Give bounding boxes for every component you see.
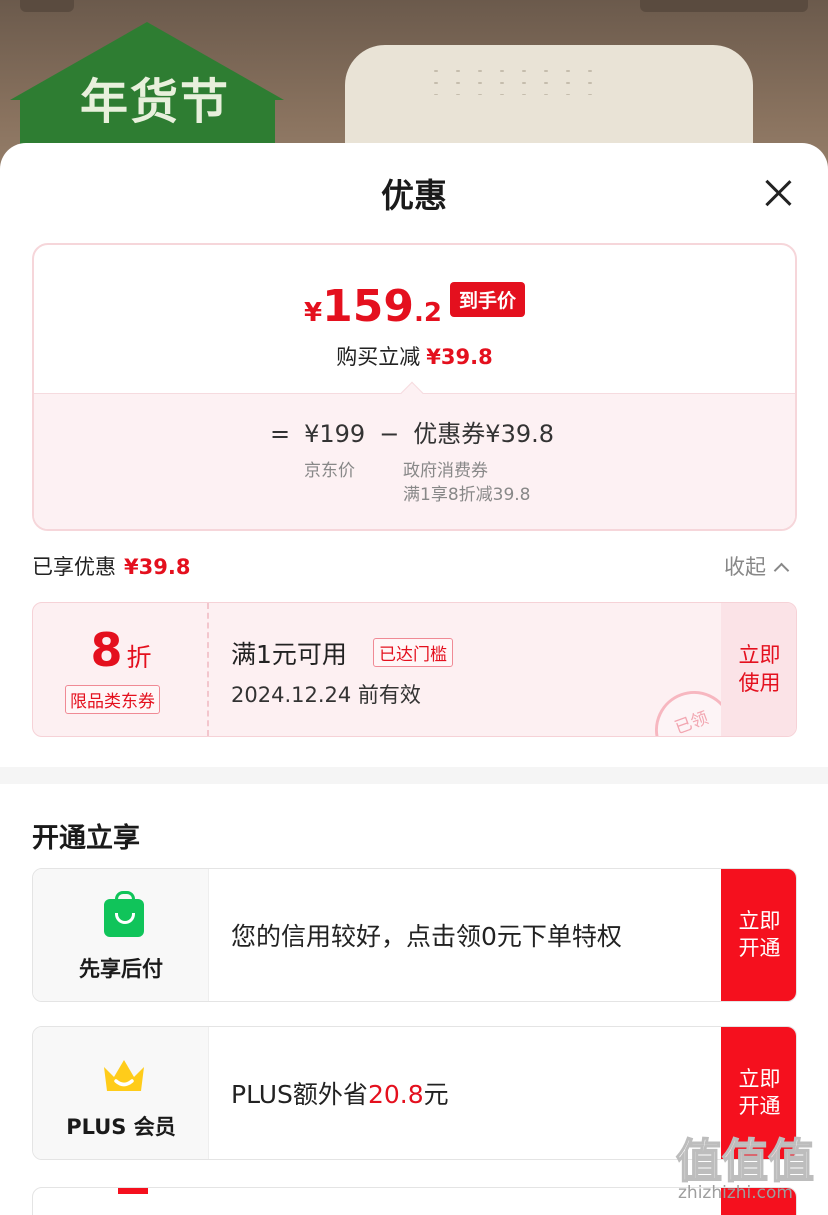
coupon-type-badge: 限品类东券 bbox=[65, 685, 160, 714]
formula-coupon-amount: 优惠券¥39.8 bbox=[413, 420, 555, 448]
formula-equals: = bbox=[270, 420, 291, 448]
use-coupon-label: 立即使用 bbox=[738, 643, 781, 695]
plus-desc-prefix: PLUS额外省 bbox=[231, 1080, 368, 1109]
service-description: 您的信用较好，点击领0元下单特权 bbox=[231, 922, 622, 951]
section-title: 开通立享 bbox=[32, 823, 140, 854]
currency-symbol: ¥ bbox=[304, 298, 323, 328]
final-price-decimal: .2 bbox=[413, 298, 442, 328]
coupon-discount-number: 8 bbox=[90, 623, 123, 677]
coupon-discount: 8折 bbox=[33, 623, 209, 677]
top-left-control[interactable] bbox=[20, 0, 74, 12]
formula-base-price: ¥199 bbox=[304, 420, 366, 448]
collapse-toggle[interactable]: 收起 bbox=[724, 551, 790, 581]
enjoyed-discount-row: 已享优惠 ¥39.8 bbox=[32, 551, 190, 581]
service-logo-panel: PLUS 会员 bbox=[33, 1027, 209, 1159]
section-divider bbox=[0, 767, 828, 784]
final-price-integer: 159 bbox=[322, 281, 414, 332]
enjoyed-value: ¥39.8 bbox=[124, 555, 191, 579]
watermark-logo: 值值值 bbox=[675, 1133, 815, 1189]
watermark-domain: zhizhizhi.com bbox=[678, 1183, 793, 1203]
coupon-card: 8折 限品类东券 满1元可用 已达门槛 2024.12.24 前有效 已领 立即… bbox=[32, 602, 797, 737]
formula-coupon-name: 政府消费券 bbox=[403, 461, 488, 481]
final-price-row: ¥159.2 到手价 bbox=[34, 281, 795, 332]
banner-text: 年货节 bbox=[80, 74, 231, 130]
coupon-value-panel: 8折 限品类东券 bbox=[33, 603, 209, 736]
activate-label: 立即开通 bbox=[738, 908, 781, 960]
activate-label: 立即开通 bbox=[738, 1066, 781, 1118]
threshold-reached-badge: 已达门槛 bbox=[373, 638, 453, 667]
crown-icon bbox=[104, 1060, 144, 1091]
price-card: ¥159.2 到手价 购买立减 ¥39.8 = ¥199− 优惠券¥39.8 京东价 政… bbox=[32, 243, 797, 531]
final-price-tag: 到手价 bbox=[449, 282, 525, 317]
service-card-pay-later: 先享后付 您的信用较好，点击领0元下单特权 立即开通 bbox=[32, 868, 797, 1002]
instant-reduce-row: 购买立减 ¥39.8 bbox=[34, 341, 795, 371]
plus-save-amount: 20.8 bbox=[367, 1080, 424, 1109]
price-formula: = ¥199− 优惠券¥39.8 bbox=[270, 414, 568, 449]
sheet-title: 优惠 bbox=[381, 176, 447, 215]
instant-reduce-label: 购买立减 bbox=[336, 345, 421, 369]
formula-minus: − bbox=[379, 420, 400, 448]
service-icon-partial bbox=[118, 1188, 148, 1194]
service-name: 先享后付 bbox=[79, 957, 163, 981]
coupon-valid-date: 2024.12.24 前有效 bbox=[231, 683, 421, 707]
use-coupon-button[interactable]: 立即使用 bbox=[721, 603, 796, 736]
formula-coupon-rule: 满1享8折减39.8 bbox=[403, 485, 531, 505]
service-description: PLUS额外省20.8元 bbox=[231, 1075, 449, 1111]
shopping-bag-icon bbox=[104, 891, 144, 937]
formula-base-label: 京东价 bbox=[304, 461, 355, 481]
close-icon[interactable] bbox=[758, 173, 798, 213]
price-breakdown: = ¥199− 优惠券¥39.8 京东价 政府消费券 满1享8折减39.8 bbox=[34, 381, 795, 529]
discount-sheet: 优惠 ¥159.2 到手价 购买立减 ¥39.8 = ¥199− 优惠券¥39.8 京东… bbox=[0, 143, 828, 1215]
product-panel-dots bbox=[425, 65, 605, 95]
collapse-label: 收起 bbox=[724, 555, 766, 579]
coupon-discount-unit: 折 bbox=[126, 643, 152, 672]
top-right-control[interactable] bbox=[640, 0, 808, 12]
plus-desc-suffix: 元 bbox=[423, 1080, 449, 1109]
site-watermark: 值值值 zhizhizhi.com bbox=[675, 1125, 826, 1215]
coupon-condition: 满1元可用 bbox=[231, 640, 347, 669]
activate-button[interactable]: 立即开通 bbox=[721, 869, 796, 1001]
festival-banner: 年货节 bbox=[10, 22, 285, 162]
service-logo-panel: 先享后付 bbox=[33, 869, 209, 1001]
price-summary: ¥159.2 到手价 购买立减 ¥39.8 bbox=[34, 245, 795, 393]
instant-reduce-value: ¥39.8 bbox=[426, 345, 493, 369]
service-name: PLUS 会员 bbox=[66, 1115, 176, 1139]
chevron-up-icon bbox=[773, 562, 790, 579]
enjoyed-label: 已享优惠 bbox=[32, 555, 116, 579]
